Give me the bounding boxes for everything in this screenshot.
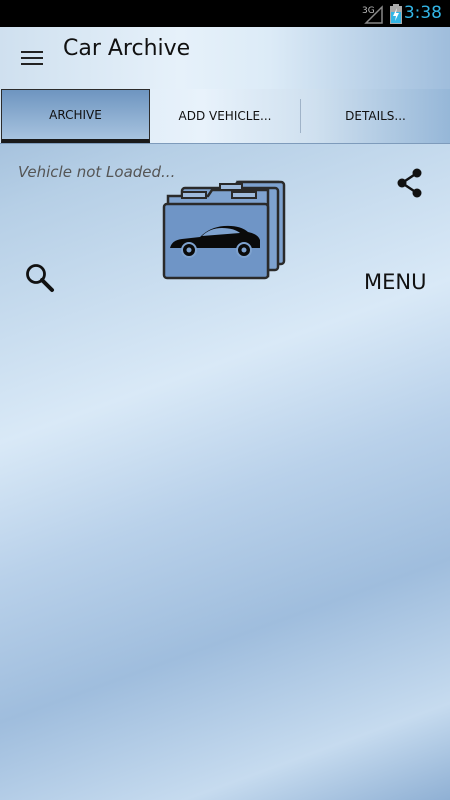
tab-add-vehicle[interactable]: ADD VEHICLE...	[150, 89, 300, 143]
hamburger-menu-icon[interactable]	[21, 51, 43, 67]
tab-details[interactable]: DETAILS...	[301, 89, 450, 143]
tab-archive[interactable]: ARCHIVE	[1, 89, 150, 143]
tab-bar: ARCHIVE ADD VEHICLE... DETAILS...	[0, 89, 450, 144]
vehicle-status-text: Vehicle not Loaded...	[18, 163, 176, 181]
car-archive-icon	[162, 180, 286, 280]
action-bar: Car Archive	[0, 27, 450, 89]
search-icon[interactable]	[24, 262, 56, 294]
menu-button[interactable]: MENU	[364, 270, 426, 294]
status-bar: 3G 3:38	[0, 0, 450, 27]
signal-icon: 3G	[362, 5, 383, 24]
network-type-label: 3G	[362, 6, 375, 16]
battery-icon	[390, 4, 402, 24]
share-icon[interactable]	[395, 168, 425, 198]
app-title: Car Archive	[63, 36, 191, 61]
status-time: 3:38	[403, 3, 442, 23]
